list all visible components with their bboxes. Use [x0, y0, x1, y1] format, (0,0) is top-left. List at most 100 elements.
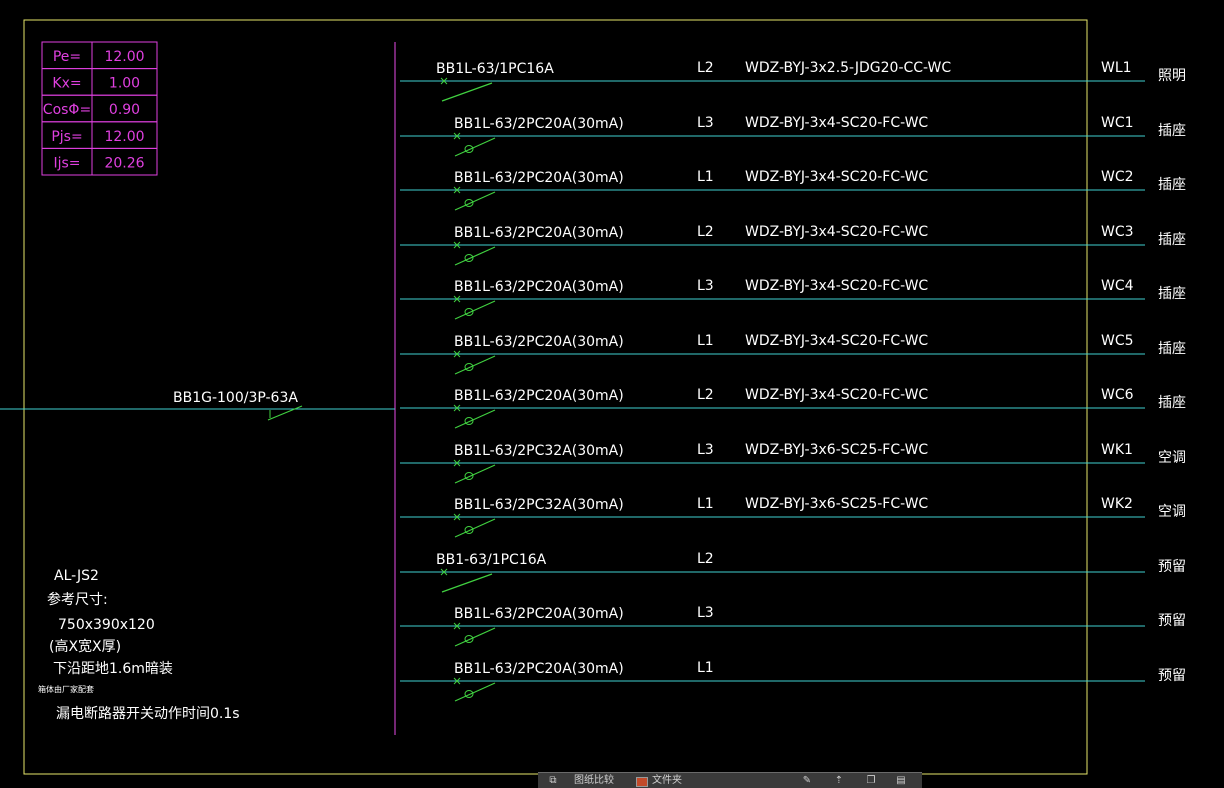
breaker-label: BB1L-63/1PC16A: [436, 61, 554, 77]
circuit-row: BB1L-63/2PC20A(30mA) L1 预留: [400, 660, 1186, 702]
circuit-row: BB1L-63/2PC32A(30mA) L1 WDZ-BYJ-3x6-SC25-F…: [400, 496, 1186, 538]
cable-spec: WDZ-BYJ-3x4-SC20-FC-WC: [745, 278, 928, 294]
load-name: 照明: [1158, 68, 1186, 84]
circuit-row: BB1L-63/2PC20A(30mA) L2 WDZ-BYJ-3x4-SC20-F…: [400, 224, 1186, 266]
main-breaker-label: BB1G-100/3P-63A: [173, 390, 298, 406]
phase-label: L2: [697, 551, 714, 567]
phase-label: L2: [697, 387, 714, 403]
phase-label: L3: [697, 115, 714, 131]
cable-spec: WDZ-BYJ-3x4-SC20-FC-WC: [745, 224, 928, 240]
breaker-label: BB1L-63/2PC20A(30mA): [454, 170, 624, 186]
breaker-symbol: [454, 191, 496, 211]
rcd-note: 漏电断路器开关动作时间0.1s: [56, 706, 240, 722]
breaker-label: BB1L-63/2PC20A(30mA): [454, 225, 624, 241]
circuit-id: WC4: [1101, 278, 1134, 294]
load-table-value: 12.00: [104, 129, 144, 145]
breaker-label: BB1L-63/2PC20A(30mA): [454, 388, 624, 404]
breaker-symbol: [454, 682, 496, 702]
circuit-row: BB1L-63/1PC16A L2 WDZ-BYJ-3x2.5-JDG20-CC-W…: [400, 60, 1186, 102]
circuit-list: BB1L-63/1PC16A L2 WDZ-BYJ-3x2.5-JDG20-CC-W…: [400, 60, 1186, 702]
breaker-label: BB1-63/1PC16A: [436, 552, 547, 568]
load-name: 空调: [1158, 504, 1186, 520]
circuit-row: BB1L-63/2PC20A(30mA) L1 WDZ-BYJ-3x4-SC20-F…: [400, 169, 1186, 211]
breaker-label: BB1L-63/2PC20A(30mA): [454, 279, 624, 295]
circuit-id: WC2: [1101, 169, 1134, 185]
breaker-symbol: [441, 82, 493, 102]
breaker-label: BB1L-63/2PC32A(30mA): [454, 497, 624, 513]
cable-spec: WDZ-BYJ-3x4-SC20-FC-WC: [745, 169, 928, 185]
breaker-label: BB1L-63/2PC32A(30mA): [454, 443, 624, 459]
load-table-label: Pe=: [53, 49, 81, 65]
circuit-row: BB1L-63/2PC20A(30mA) L2 WDZ-BYJ-3x4-SC20-F…: [400, 387, 1186, 429]
panel-id: AL-JS2: [54, 568, 99, 584]
cable-spec: WDZ-BYJ-3x4-SC20-FC-WC: [745, 387, 928, 403]
cable-spec: WDZ-BYJ-3x6-SC25-FC-WC: [745, 442, 928, 458]
breaker-symbol: [454, 627, 496, 647]
breaker-label: BB1L-63/2PC20A(30mA): [454, 334, 624, 350]
mounting-note: 下沿距地1.6m暗装: [53, 661, 173, 677]
circuit-id: WK1: [1101, 442, 1133, 458]
phase-label: L1: [697, 660, 714, 676]
load-table-label: Kx=: [52, 76, 81, 92]
load-table-label: CosΦ=: [43, 102, 91, 118]
compare-icon[interactable]: ⧉: [546, 776, 560, 786]
panel-dimensions: 750x390x120: [58, 617, 155, 633]
upload-icon[interactable]: ⇡: [832, 776, 846, 786]
phase-label: L2: [697, 224, 714, 240]
main-breaker-symbol: [267, 405, 303, 421]
phase-label: L3: [697, 442, 714, 458]
phase-label: L1: [697, 333, 714, 349]
phase-label: L1: [697, 169, 714, 185]
phase-label: L3: [697, 605, 714, 621]
print-icon[interactable]: ▤: [894, 776, 908, 786]
edit-icon[interactable]: ✎: [800, 776, 814, 786]
breaker-symbol: [454, 246, 496, 266]
load-name: 插座: [1158, 232, 1186, 248]
breaker-symbol: [454, 464, 496, 484]
load-name: 插座: [1158, 286, 1186, 302]
toolbar-label-compare[interactable]: 图纸比较: [574, 775, 614, 786]
load-name: 预留: [1158, 559, 1186, 575]
copy-icon[interactable]: ❐: [864, 776, 878, 786]
folder-swatch-icon: [636, 777, 648, 787]
phase-label: L1: [697, 496, 714, 512]
breaker-symbol: [454, 137, 496, 157]
bottom-toolbar: ⧉ 图纸比较 文件夹 ✎ ⇡ ❐ ▤: [538, 772, 922, 788]
load-table-label: Pjs=: [51, 129, 82, 145]
phase-label: L2: [697, 60, 714, 76]
cable-spec: WDZ-BYJ-3x4-SC20-FC-WC: [745, 333, 928, 349]
circuit-id: WC3: [1101, 224, 1134, 240]
circuit-row: BB1L-63/2PC20A(30mA) L1 WDZ-BYJ-3x4-SC20-F…: [400, 333, 1186, 375]
load-name: 插座: [1158, 341, 1186, 357]
load-name: 空调: [1158, 450, 1186, 466]
breaker-symbol: [454, 300, 496, 320]
ref-size-label: 参考尺寸:: [47, 591, 108, 608]
load-name: 插座: [1158, 123, 1186, 139]
circuit-id: WC5: [1101, 333, 1134, 349]
circuit-row: BB1L-63/2PC32A(30mA) L3 WDZ-BYJ-3x6-SC25-F…: [400, 442, 1186, 484]
breaker-label: BB1L-63/2PC20A(30mA): [454, 606, 624, 622]
load-table: Pe= 12.00 Kx= 1.00 CosΦ= 0.90 Pjs= 12.00 Ijs= 20.…: [41, 41, 158, 176]
load-table-value: 0.90: [109, 102, 140, 118]
breaker-symbol: [454, 409, 496, 429]
circuit-id: WC6: [1101, 387, 1134, 403]
toolbar-label-folder[interactable]: 文件夹: [652, 775, 682, 786]
small-note: 箱体由厂家配套: [38, 684, 94, 694]
breaker-symbol: [441, 573, 493, 593]
circuit-row: BB1L-63/2PC20A(30mA) L3 WDZ-BYJ-3x4-SC20-F…: [400, 278, 1186, 320]
dimension-description: (高X宽X厚): [49, 638, 121, 655]
load-name: 插座: [1158, 395, 1186, 411]
load-table-value: 1.00: [109, 76, 140, 92]
load-table-value: 20.26: [104, 155, 144, 171]
cable-spec: WDZ-BYJ-3x6-SC25-FC-WC: [745, 496, 928, 512]
load-name: 预留: [1158, 668, 1186, 684]
breaker-symbol: [454, 355, 496, 375]
load-name: 插座: [1158, 177, 1186, 193]
circuit-id: WK2: [1101, 496, 1133, 512]
load-table-label: Ijs=: [53, 155, 80, 171]
circuit-row: BB1L-63/2PC20A(30mA) L3 预留: [400, 605, 1186, 647]
circuit-row: BB1L-63/2PC20A(30mA) L3 WDZ-BYJ-3x4-SC20-F…: [400, 115, 1186, 157]
load-table-value: 12.00: [104, 49, 144, 65]
circuit-id: WL1: [1101, 60, 1132, 76]
phase-label: L3: [697, 278, 714, 294]
